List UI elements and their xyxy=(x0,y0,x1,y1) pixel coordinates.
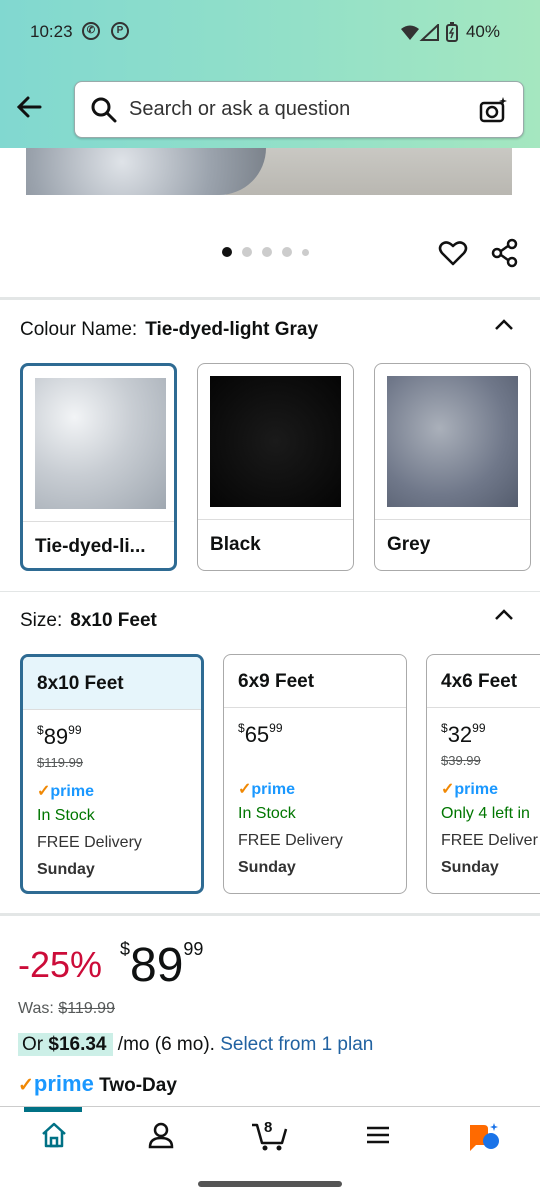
signal-icon xyxy=(401,24,439,41)
heart-icon[interactable] xyxy=(438,238,468,268)
prime-badge: ✓prime xyxy=(37,783,94,800)
swatch-image-tie-dyed xyxy=(35,378,166,509)
size-price: $6599 xyxy=(238,721,283,747)
swatch-name: Grey xyxy=(387,534,431,555)
whatsapp-icon: ✆ xyxy=(82,22,100,40)
colour-option-black[interactable]: Black xyxy=(197,363,354,571)
delivery-text: FREE Delivery xyxy=(37,834,142,851)
carousel-dot[interactable] xyxy=(282,247,292,257)
cart-count: 8 xyxy=(264,1119,273,1136)
active-tab-indicator xyxy=(24,1107,82,1112)
delivery-text: FREE Delivery xyxy=(238,832,343,849)
was-price-line: Was: $119.99 xyxy=(18,1000,115,1017)
size-was-price: $119.99 xyxy=(37,755,84,770)
swatch-name: Tie-dyed-li... xyxy=(35,536,146,557)
product-image-rug xyxy=(26,148,266,195)
swatch-separator xyxy=(198,519,353,520)
share-icon[interactable] xyxy=(490,238,520,268)
search-icon xyxy=(91,97,117,123)
bottom-nav: 8 xyxy=(0,1106,540,1170)
chevron-up-icon[interactable] xyxy=(492,606,516,624)
size-was-price: $39.99 xyxy=(441,753,481,768)
search-input[interactable]: Search or ask a question xyxy=(129,98,350,121)
swatch-name: Black xyxy=(210,534,261,555)
colour-value: Tie-dyed-light Gray xyxy=(145,319,319,340)
search-bar[interactable]: Search or ask a question xyxy=(74,81,524,138)
stock-status: In Stock xyxy=(238,805,296,822)
size-section-label: Size: 8x10 Feet xyxy=(20,610,157,632)
gesture-home-bar xyxy=(198,1181,342,1187)
size-option-8x10[interactable]: 8x10 Feet $8999 $119.99 ✓prime In Stock … xyxy=(20,654,204,894)
back-arrow-icon[interactable] xyxy=(14,92,44,122)
delivery-day: Sunday xyxy=(441,859,499,876)
profile-icon[interactable] xyxy=(147,1121,175,1149)
product-image[interactable] xyxy=(26,148,512,195)
swatch-separator xyxy=(23,521,174,522)
status-bar: 10:23 ✆ P 40% xyxy=(0,0,540,66)
battery-icon xyxy=(446,22,458,42)
swatch-image-black xyxy=(210,376,341,507)
size-name: 8x10 Feet xyxy=(37,673,124,694)
colour-section-label: Colour Name: Tie-dyed-light Gray xyxy=(20,319,318,341)
monthly-suffix: /mo (6 mo). xyxy=(117,1034,215,1055)
carousel-dot[interactable] xyxy=(242,247,252,257)
monthly-plan: Or $16.34 /mo (6 mo). Select from 1 plan xyxy=(18,1033,373,1056)
size-name: 4x6 Feet xyxy=(441,671,518,692)
camera-search-icon[interactable] xyxy=(479,95,509,125)
colour-option-grey[interactable]: Grey xyxy=(374,363,531,571)
top-header: 10:23 ✆ P 40% Search or ask a question xyxy=(0,0,540,148)
discount-percent: -25% xyxy=(18,944,103,985)
size-name: 6x9 Feet xyxy=(238,671,315,692)
main-price: $8999 xyxy=(120,939,204,992)
section-divider xyxy=(0,297,540,300)
prime-badge: ✓prime xyxy=(441,781,498,798)
size-option-6x9[interactable]: 6x9 Feet $6599 ✓prime In Stock FREE Deli… xyxy=(223,654,407,894)
stock-status: In Stock xyxy=(37,807,95,824)
status-time: 10:23 xyxy=(30,22,73,41)
delivery-day: Sunday xyxy=(238,859,296,876)
stock-status: Only 4 left in xyxy=(441,805,530,822)
chevron-up-icon[interactable] xyxy=(492,316,516,334)
home-icon[interactable] xyxy=(40,1121,68,1149)
section-divider xyxy=(0,913,540,916)
size-price: $8999 xyxy=(37,723,82,749)
carousel-dot[interactable] xyxy=(302,248,309,256)
carousel-dot[interactable] xyxy=(262,247,272,257)
image-carousel-dots xyxy=(222,247,309,257)
pinterest-icon: P xyxy=(111,22,129,40)
prime-badge: ✓prime xyxy=(238,781,295,798)
delivery-text: FREE Deliver xyxy=(441,832,538,849)
prime-two-day: ✓prime Two-Day xyxy=(18,1071,177,1096)
size-value: 8x10 Feet xyxy=(70,610,157,631)
carousel-dot-active[interactable] xyxy=(222,247,232,257)
menu-icon[interactable] xyxy=(364,1121,392,1149)
size-label: Size: xyxy=(20,610,63,631)
section-divider xyxy=(0,591,540,592)
colour-label: Colour Name: xyxy=(20,319,138,340)
swatch-separator xyxy=(375,519,530,520)
size-option-4x6[interactable]: 4x6 Feet $3299 $39.99 ✓prime Only 4 left… xyxy=(426,654,540,894)
monthly-amount-pill: Or $16.34 xyxy=(18,1033,113,1056)
product-image-floor xyxy=(226,148,512,195)
size-price: $3299 xyxy=(441,721,486,747)
battery-level: 40% xyxy=(465,22,500,41)
swatch-image-grey xyxy=(387,376,518,507)
select-plan-link[interactable]: Select from 1 plan xyxy=(220,1034,373,1055)
rufus-assistant-icon[interactable] xyxy=(466,1121,502,1153)
delivery-day: Sunday xyxy=(37,861,95,878)
colour-option-tie-dyed[interactable]: Tie-dyed-li... xyxy=(20,363,177,571)
